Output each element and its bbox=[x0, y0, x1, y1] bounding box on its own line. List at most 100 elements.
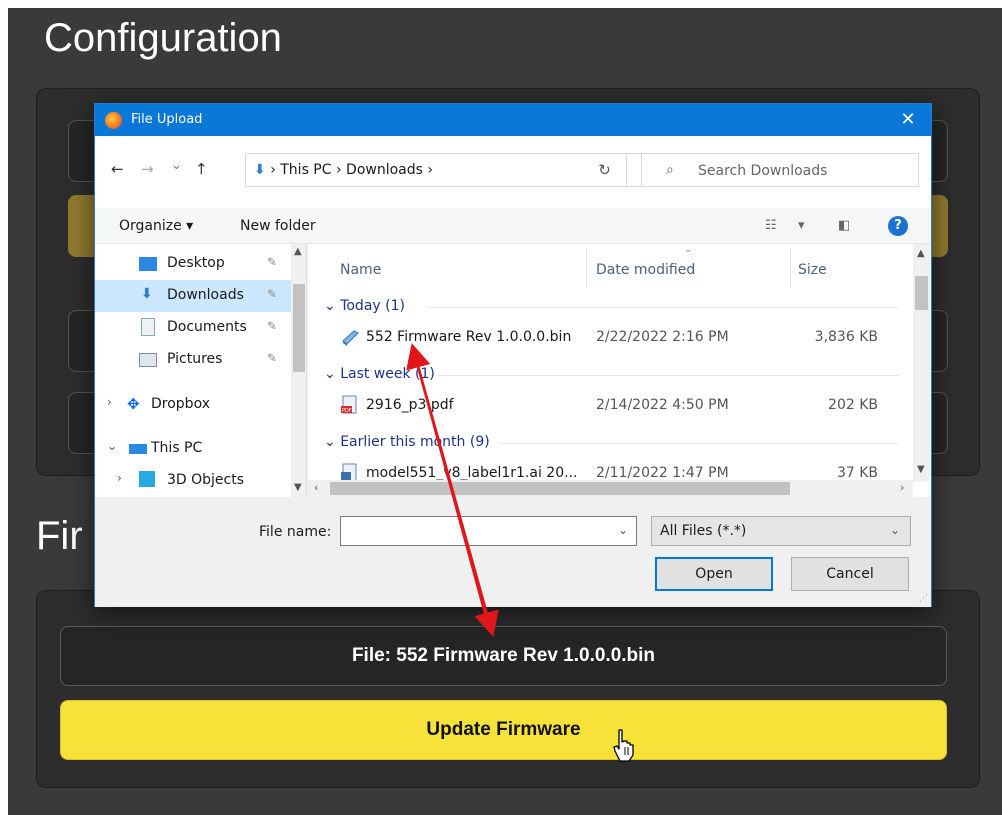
file-date: 2/11/2022 1:47 PM bbox=[596, 465, 729, 481]
tree-item-label: Pictures bbox=[167, 351, 223, 367]
recent-locations-chevron-icon[interactable]: ⌄ bbox=[171, 158, 182, 173]
sort-chevron-icon: ⌄ bbox=[684, 244, 693, 255]
view-options-icon[interactable]: ☷ bbox=[765, 218, 777, 233]
group-header-last-week[interactable]: ⌄ Last week (1) bbox=[324, 366, 435, 382]
downloads-icon: ⬇ bbox=[141, 286, 153, 302]
file-date: 2/14/2022 4:50 PM bbox=[596, 397, 729, 413]
column-header-date-modified[interactable]: Date modified bbox=[596, 262, 695, 278]
file-list-vertical-scrollbar[interactable]: ▲ ▼ bbox=[913, 244, 930, 482]
breadcrumb-separator-icon: › bbox=[427, 162, 433, 178]
file-date: 2/22/2022 2:16 PM bbox=[596, 329, 729, 345]
scroll-down-icon[interactable]: ▼ bbox=[294, 482, 302, 493]
breadcrumb-separator-icon: › bbox=[335, 162, 342, 178]
scroll-up-icon[interactable]: ▲ bbox=[917, 248, 925, 259]
tree-item-this-pc[interactable]: ⌄ This PC bbox=[95, 433, 291, 465]
cancel-button[interactable]: Cancel bbox=[791, 557, 909, 591]
column-header-name[interactable]: Name bbox=[340, 262, 381, 278]
close-icon[interactable]: ✕ bbox=[885, 104, 931, 136]
update-firmware-button[interactable]: Update Firmware bbox=[60, 700, 947, 760]
tree-item-dropbox[interactable]: › ✥ Dropbox bbox=[95, 389, 291, 421]
search-icon: ⌕ bbox=[666, 162, 674, 178]
file-type-select[interactable]: All Files (*.*) ⌄ bbox=[651, 516, 911, 546]
group-divider bbox=[428, 307, 898, 308]
navigation-pane: Desktop ✎ ⬇ Downloads ✎ Documents ✎ Pict… bbox=[95, 244, 307, 497]
breadcrumb: ⬇ › This PC › Downloads › bbox=[254, 162, 433, 178]
pin-icon[interactable]: ✎ bbox=[267, 319, 277, 333]
navigation-scrollbar[interactable]: ▲ ▼ bbox=[291, 244, 306, 497]
tree-item-label: Dropbox bbox=[151, 396, 210, 412]
file-row[interactable]: 552 Firmware Rev 1.0.0.0.bin 2/22/2022 2… bbox=[308, 322, 912, 354]
view-dropdown-icon[interactable]: ▾ bbox=[798, 218, 805, 233]
search-placeholder: Search Downloads bbox=[698, 163, 828, 179]
file-name: model551_v8_label1r1.ai 20... bbox=[366, 465, 578, 481]
selected-file-display: File: 552 Firmware Rev 1.0.0.0.bin bbox=[60, 626, 947, 686]
scroll-thumb[interactable] bbox=[293, 284, 305, 372]
firefox-icon bbox=[105, 112, 122, 129]
scroll-down-icon[interactable]: ▼ bbox=[917, 464, 925, 475]
collapse-chevron-icon[interactable]: ⌄ bbox=[107, 439, 117, 453]
file-list-horizontal-scrollbar[interactable]: ‹ › bbox=[308, 480, 913, 497]
forward-arrow-icon[interactable]: → bbox=[141, 160, 154, 178]
back-arrow-icon[interactable]: ← bbox=[111, 160, 124, 178]
scroll-thumb[interactable] bbox=[915, 276, 928, 310]
file-list: Name Date modified ⌄ Size ⌄ Today (1) 55… bbox=[308, 244, 931, 497]
new-folder-button[interactable]: New folder bbox=[240, 218, 316, 234]
group-label: Today (1) bbox=[340, 298, 405, 314]
group-header-today[interactable]: ⌄ Today (1) bbox=[324, 298, 405, 314]
file-size: 37 KB bbox=[836, 465, 878, 481]
column-header-size[interactable]: Size bbox=[798, 262, 827, 278]
group-header-earlier-this-month[interactable]: ⌄ Earlier this month (9) bbox=[324, 434, 490, 450]
file-name-input[interactable]: ⌄ bbox=[340, 516, 637, 546]
command-bar: Organize ▾ New folder ☷ ▾ ◧ ? bbox=[95, 208, 931, 244]
breadcrumb-downloads[interactable]: Downloads bbox=[346, 162, 423, 178]
preview-pane-icon[interactable]: ◧ bbox=[838, 218, 850, 233]
file-type-chevron-icon: ⌄ bbox=[889, 523, 900, 537]
downloads-location-icon: ⬇ bbox=[254, 162, 266, 178]
tree-item-pictures[interactable]: Pictures ✎ bbox=[95, 344, 291, 376]
up-arrow-icon[interactable]: ↑ bbox=[195, 160, 208, 178]
pdf-file-icon: PDF bbox=[340, 395, 360, 415]
hand-cursor-icon bbox=[613, 729, 634, 762]
column-separator[interactable] bbox=[586, 248, 587, 288]
file-row[interactable]: PDF 2916_p3.pdf 2/14/2022 4:50 PM 202 KB bbox=[308, 390, 912, 422]
file-name-dropdown-chevron-icon[interactable]: ⌄ bbox=[618, 523, 628, 537]
tree-item-documents[interactable]: Documents ✎ bbox=[95, 312, 291, 344]
tree-item-desktop[interactable]: Desktop ✎ bbox=[95, 248, 291, 280]
scroll-thumb[interactable] bbox=[330, 482, 790, 495]
pin-icon[interactable]: ✎ bbox=[267, 287, 277, 301]
scroll-right-icon[interactable]: › bbox=[900, 481, 904, 494]
search-input[interactable]: ⌕ Search Downloads bbox=[641, 153, 919, 187]
group-label: Earlier this month (9) bbox=[340, 434, 490, 450]
this-pc-icon bbox=[129, 444, 147, 454]
file-upload-dialog: File Upload ✕ ← → ⌄ ↑ ⬇ › This PC › Down… bbox=[94, 103, 932, 607]
breadcrumb-separator-icon: › bbox=[270, 162, 276, 178]
tree-item-label: 3D Objects bbox=[167, 472, 245, 488]
dropbox-icon: ✥ bbox=[127, 395, 140, 413]
organize-button[interactable]: Organize ▾ bbox=[119, 218, 193, 234]
desktop-icon bbox=[139, 257, 157, 271]
column-separator[interactable] bbox=[790, 248, 791, 288]
file-size: 202 KB bbox=[828, 397, 878, 413]
scroll-left-icon[interactable]: ‹ bbox=[314, 481, 318, 494]
group-divider bbox=[500, 443, 898, 444]
resize-grip-icon[interactable]: ⋰ bbox=[919, 594, 928, 604]
pictures-icon bbox=[139, 353, 157, 367]
dialog-footer: File name: ⌄ All Files (*.*) ⌄ Open Canc… bbox=[95, 497, 931, 607]
tree-item-3d-objects[interactable]: › 3D Objects bbox=[95, 465, 291, 497]
expand-chevron-icon[interactable]: › bbox=[117, 471, 122, 485]
open-button[interactable]: Open bbox=[655, 557, 773, 591]
tree-item-label: This PC bbox=[151, 440, 203, 456]
pin-icon[interactable]: ✎ bbox=[267, 351, 277, 365]
dialog-titlebar[interactable]: File Upload ✕ bbox=[95, 104, 931, 136]
tree-item-label: Desktop bbox=[167, 255, 225, 271]
help-icon[interactable]: ? bbox=[888, 216, 908, 236]
breadcrumb-this-pc[interactable]: This PC bbox=[280, 162, 331, 178]
pin-icon[interactable]: ✎ bbox=[267, 255, 277, 269]
scroll-up-icon[interactable]: ▲ bbox=[294, 246, 302, 257]
firmware-section-title: Fir bbox=[36, 514, 83, 558]
refresh-icon[interactable]: ↻ bbox=[583, 153, 627, 187]
file-name: 552 Firmware Rev 1.0.0.0.bin bbox=[366, 329, 572, 345]
tree-item-downloads[interactable]: ⬇ Downloads ✎ bbox=[95, 280, 291, 312]
file-name-label: File name: bbox=[259, 524, 332, 540]
expand-chevron-icon[interactable]: › bbox=[107, 395, 112, 409]
